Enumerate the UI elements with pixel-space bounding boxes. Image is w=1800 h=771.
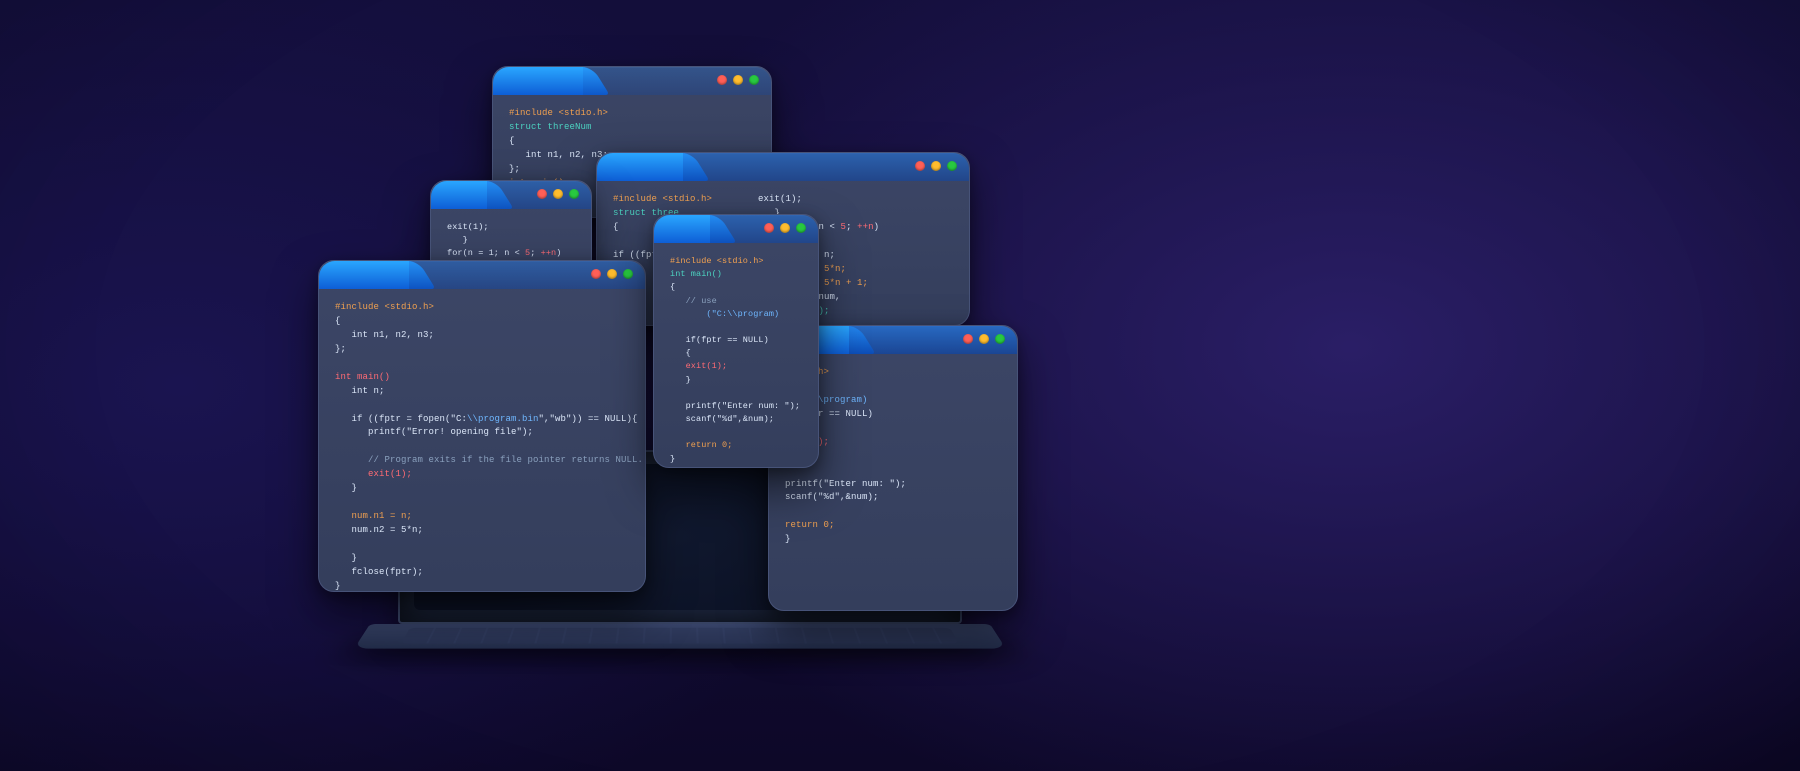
- code-line: };: [335, 344, 346, 354]
- code-line: scanf("%d",&num);: [785, 492, 879, 502]
- code-line: {: [670, 282, 675, 292]
- code-line: #include <stdio.h>: [509, 108, 608, 118]
- traffic-lights: [537, 189, 579, 199]
- code-block: #include <stdio.h> { int n1, n2, n3; }; …: [319, 291, 645, 608]
- code-window-front: #include <stdio.h> int main() { // use (…: [653, 214, 819, 468]
- window-titlebar: [431, 181, 591, 209]
- minimize-icon: [553, 189, 563, 199]
- code-line: {: [335, 316, 341, 326]
- laptop-base: [354, 624, 1006, 649]
- code-line: #include <stdio.h>: [613, 194, 712, 204]
- maximize-icon: [749, 75, 759, 85]
- code-block: #include <stdio.h> int main() { // use (…: [654, 245, 818, 480]
- code-line: }: [670, 454, 675, 464]
- code-line: int main(): [335, 372, 390, 382]
- code-line: num.n2 = 5*n;: [335, 525, 423, 535]
- traffic-lights: [963, 334, 1005, 344]
- code-line: {: [613, 222, 619, 232]
- code-line: };: [509, 164, 520, 174]
- minimize-icon: [931, 161, 941, 171]
- code-line: {: [509, 136, 515, 146]
- code-line: if ((fptr = fopen("C:\\program.bin","wb"…: [335, 414, 638, 424]
- maximize-icon: [796, 223, 806, 233]
- close-icon: [537, 189, 547, 199]
- code-line: printf("Enter num: ");: [785, 479, 906, 489]
- window-tab: [431, 181, 487, 209]
- code-line: exit(1);: [758, 194, 802, 204]
- code-line: {: [670, 348, 691, 358]
- code-line: int main(): [670, 269, 722, 279]
- code-window-large-left: #include <stdio.h> { int n1, n2, n3; }; …: [318, 260, 646, 592]
- code-line: ("C:\\program): [670, 309, 779, 319]
- window-titlebar: [493, 67, 771, 95]
- code-line: int n1, n2, n3;: [509, 150, 608, 160]
- code-line: for(n = 1; n < 5; ++n): [447, 248, 561, 258]
- illustration-stage: #include <stdio.h> struct threeNum { int…: [0, 0, 1800, 771]
- code-line: return 0;: [670, 440, 732, 450]
- window-tab: [493, 67, 583, 95]
- code-line: // Program exits if the file pointer ret…: [335, 455, 643, 465]
- close-icon: [915, 161, 925, 171]
- minimize-icon: [979, 334, 989, 344]
- window-tab: [654, 215, 710, 243]
- code-line: }: [785, 534, 791, 544]
- close-icon: [591, 269, 601, 279]
- code-line: #include <stdio.h>: [335, 302, 434, 312]
- window-titlebar: [654, 215, 818, 243]
- traffic-lights: [764, 223, 806, 233]
- code-line: struct threeNum: [509, 122, 592, 132]
- code-line: }: [670, 375, 691, 385]
- window-titlebar: [319, 261, 645, 289]
- code-line: }: [447, 235, 468, 245]
- traffic-lights: [717, 75, 759, 85]
- minimize-icon: [733, 75, 743, 85]
- maximize-icon: [623, 269, 633, 279]
- code-line: int n1, n2, n3;: [335, 330, 434, 340]
- code-line: }: [335, 581, 341, 591]
- code-line: #include <stdio.h>: [670, 256, 764, 266]
- code-line: printf("Enter num: ");: [670, 401, 800, 411]
- code-line: printf("Error! opening file");: [335, 427, 533, 437]
- code-line: fclose(fptr);: [335, 567, 423, 577]
- traffic-lights: [591, 269, 633, 279]
- code-line: int n;: [335, 386, 385, 396]
- code-line: num.n1 = n;: [335, 511, 412, 521]
- code-line: }: [335, 553, 357, 563]
- close-icon: [764, 223, 774, 233]
- maximize-icon: [995, 334, 1005, 344]
- code-line: // use: [670, 296, 717, 306]
- code-line: exit(1);: [447, 222, 489, 232]
- code-line: if(fptr == NULL): [670, 335, 769, 345]
- minimize-icon: [607, 269, 617, 279]
- code-line: scanf("%d",&num);: [670, 414, 774, 424]
- window-titlebar: [597, 153, 969, 181]
- window-tab: [597, 153, 683, 181]
- window-tab: [319, 261, 409, 289]
- maximize-icon: [947, 161, 957, 171]
- close-icon: [963, 334, 973, 344]
- laptop-keyboard: [401, 628, 959, 644]
- maximize-icon: [569, 189, 579, 199]
- code-line: }: [335, 483, 357, 493]
- code-line: return 0;: [785, 520, 835, 530]
- minimize-icon: [780, 223, 790, 233]
- close-icon: [717, 75, 727, 85]
- traffic-lights: [915, 161, 957, 171]
- code-line: exit(1);: [670, 361, 727, 371]
- code-line: exit(1);: [335, 469, 412, 479]
